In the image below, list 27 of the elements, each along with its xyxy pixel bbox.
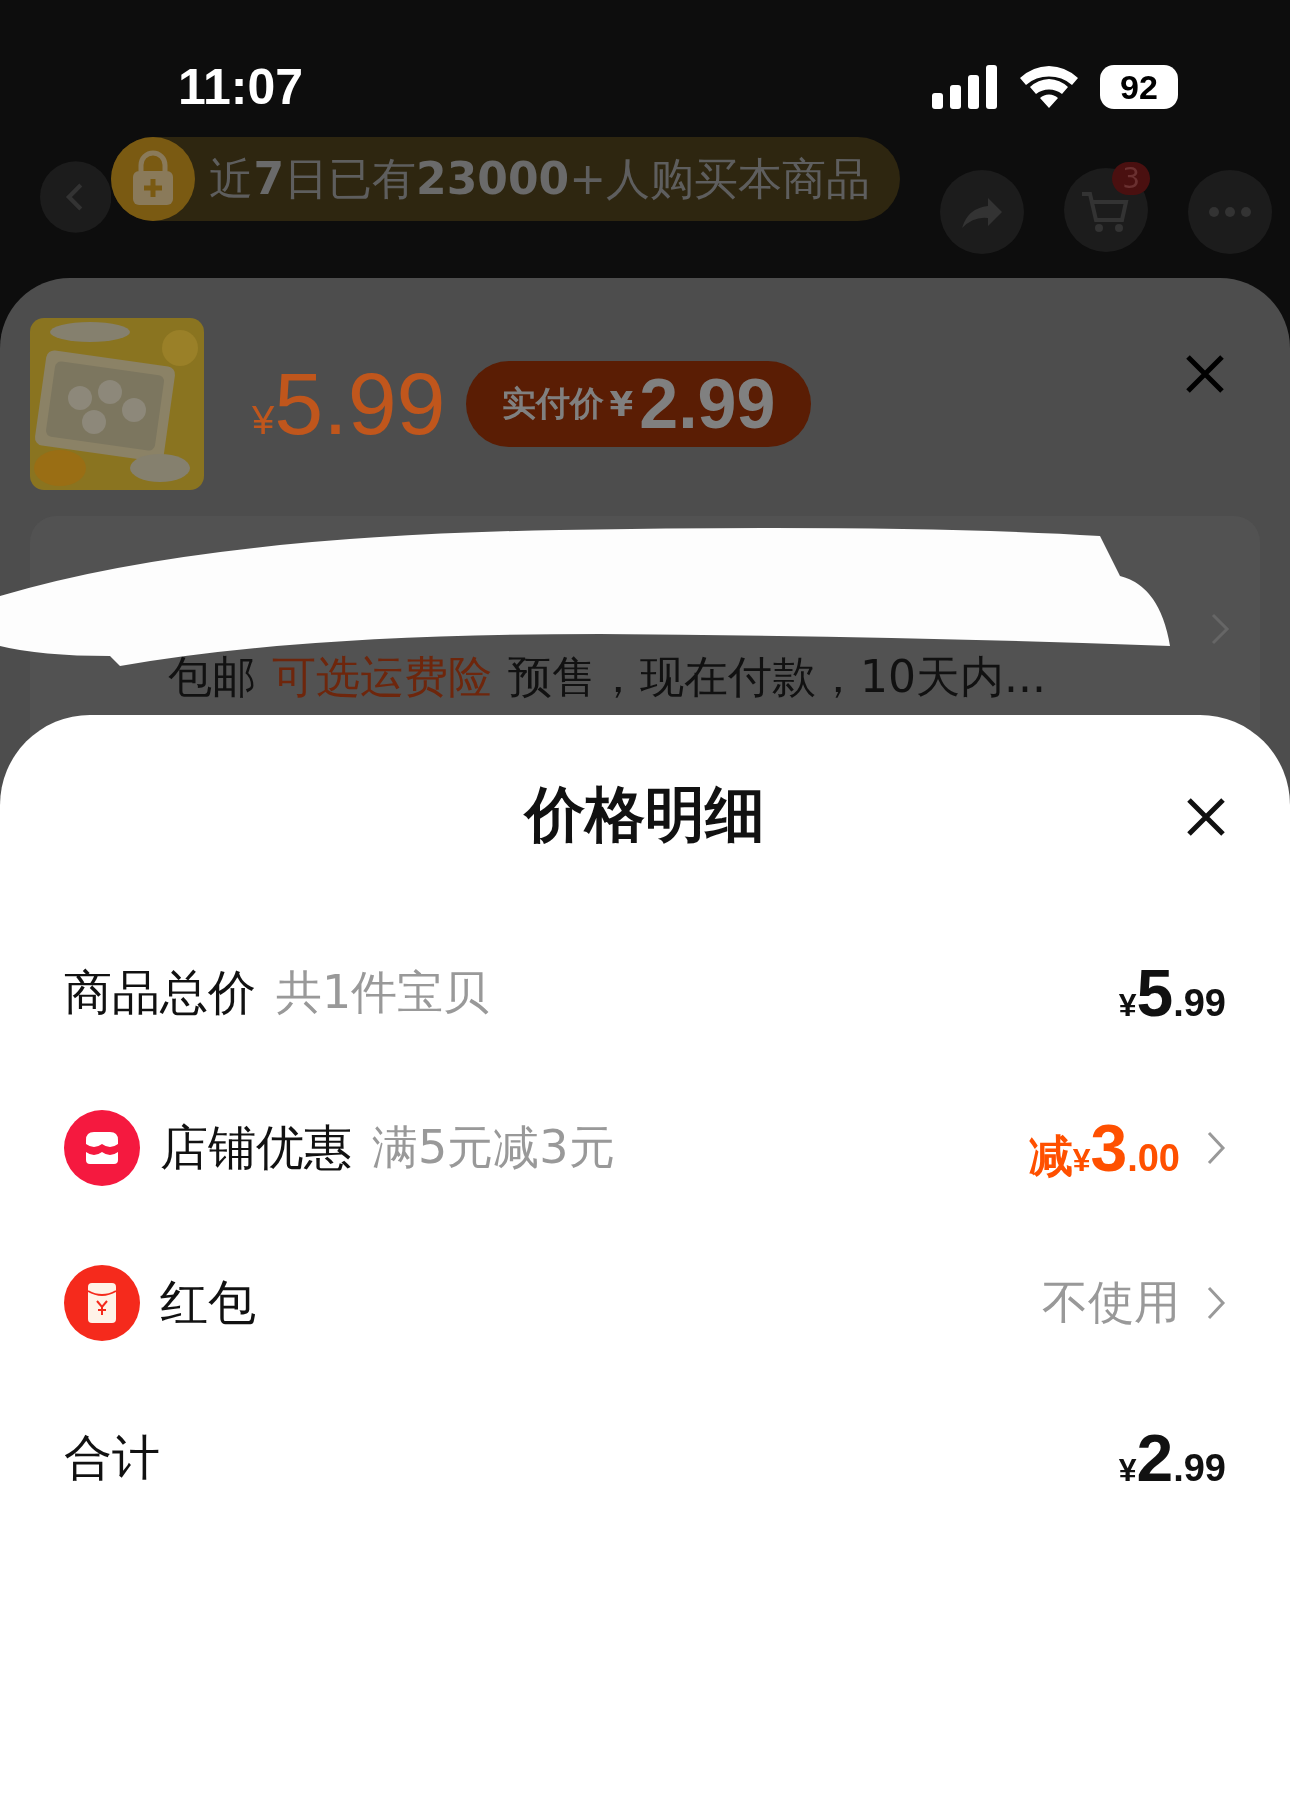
battery-indicator: 92 xyxy=(1100,65,1178,109)
close-icon[interactable] xyxy=(1186,797,1226,837)
shipping-tag: 可选运费险 xyxy=(272,648,492,707)
row-value[interactable]: 不使用 xyxy=(1042,1271,1180,1334)
row-label: 商品总价 xyxy=(64,962,256,1022)
more-icon[interactable] xyxy=(1188,170,1272,254)
signal-icon xyxy=(932,65,998,109)
price-amount: ¥5.99 xyxy=(1118,954,1226,1031)
row-note: 满5元减3元 xyxy=(372,1118,615,1176)
price-amount: ¥2.99 xyxy=(1118,1419,1226,1496)
chevron-icon[interactable] xyxy=(1206,1129,1226,1166)
status-time: 11:07 xyxy=(178,58,304,116)
presale-text: 预售，现在付款，10天内... xyxy=(508,650,1046,704)
price-amount: 减¥3.00 xyxy=(1028,1109,1180,1186)
purchase-count-text: 近7日已有23000+人购买本商品 xyxy=(209,151,870,206)
row-note: 共1件宝贝 xyxy=(276,963,490,1021)
actual-price-badge: 实付价 ¥2.99 xyxy=(465,361,812,447)
row-label: 店铺优惠 xyxy=(160,1117,352,1177)
row-label: 红包 xyxy=(160,1272,256,1332)
chevron-icon[interactable] xyxy=(1206,1284,1226,1321)
shop-icon xyxy=(64,1109,140,1186)
wifi-icon xyxy=(1020,66,1078,108)
envelope-icon xyxy=(64,1264,140,1341)
row-label: 合计 xyxy=(64,1427,160,1487)
shipping-tag: 包邮 xyxy=(168,648,256,707)
product-price: ¥5.99 xyxy=(252,353,446,455)
share-icon[interactable] xyxy=(940,170,1024,254)
